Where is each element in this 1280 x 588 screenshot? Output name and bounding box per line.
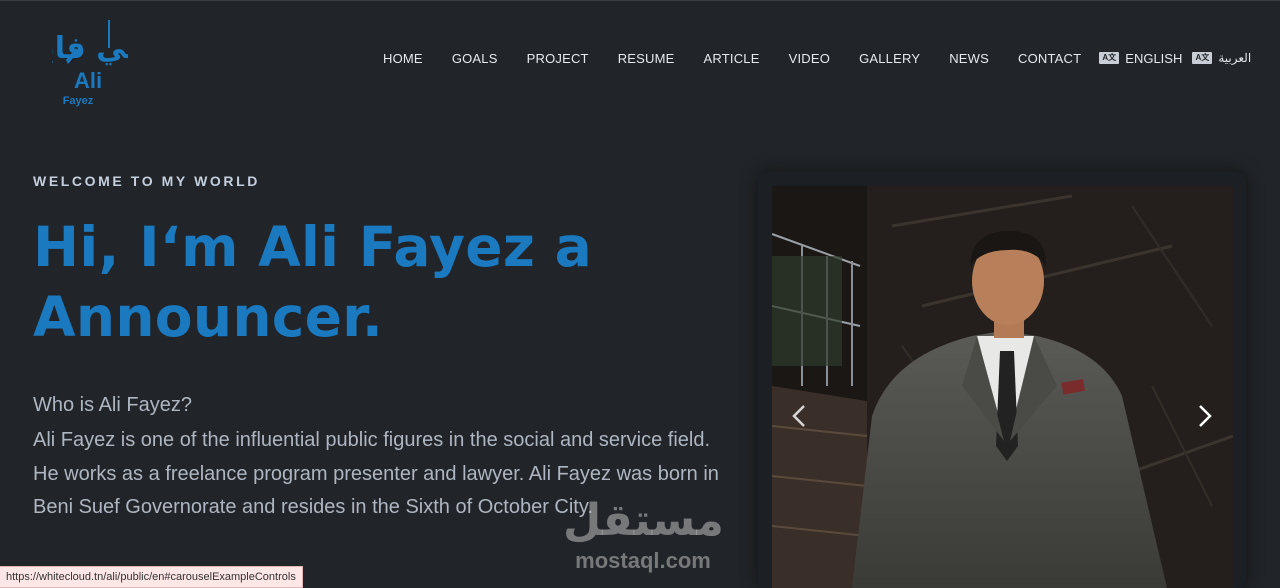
lang-arabic-label: العربية [1218, 51, 1252, 65]
nav-video[interactable]: VIDEO [789, 51, 830, 66]
watermark-latin: mostaql.com [575, 548, 711, 573]
headline-line-2: Announcer. [33, 285, 384, 349]
carousel-next-button[interactable] [1190, 398, 1220, 434]
headline-line-1: Hi, I‘m Ali Fayez a [33, 215, 593, 279]
watermark-arabic: مستقل [563, 495, 724, 546]
logo-fayez-text: Fayez [63, 95, 94, 107]
portrait-photo [772, 186, 1233, 588]
nav-project[interactable]: PROJECT [527, 51, 589, 66]
nav-gallery[interactable]: GALLERY [859, 51, 920, 66]
logo-ali-text: Ali [74, 68, 102, 93]
carousel-prev-button[interactable] [784, 398, 814, 434]
main-nav: HOME GOALS PROJECT RESUME ARTICLE VIDEO … [368, 48, 1251, 68]
lang-arabic-link[interactable]: A文 العربية [1192, 51, 1251, 65]
chevron-left-icon [792, 405, 805, 427]
welcome-subtitle: WELCOME TO MY WORLD [33, 173, 260, 189]
site-logo[interactable]: علي فايز Ali Fayez [23, 8, 159, 108]
lang-english-label: ENGLISH [1125, 50, 1183, 66]
hero-headline: Hi, I‘m Ali Fayez a Announcer. [33, 212, 673, 352]
mostaql-watermark: مستقل mostaql.com [563, 495, 724, 578]
chevron-right-icon [1199, 405, 1212, 427]
nav-home[interactable]: HOME [383, 51, 423, 66]
logo-arabic-text: علي فايز [52, 31, 128, 66]
nav-article[interactable]: ARTICLE [704, 51, 760, 66]
lang-english-link[interactable]: A文 ENGLISH [1099, 51, 1182, 66]
language-icon: A文 [1099, 52, 1120, 64]
bio-question: Who is Ali Fayez? [33, 394, 192, 416]
browser-status-url: https://whitecloud.tn/ali/public/en#caro… [0, 566, 303, 588]
nav-news[interactable]: NEWS [949, 51, 989, 66]
nav-contact[interactable]: CONTACT [1018, 51, 1081, 66]
top-border [0, 0, 1280, 1]
nav-goals[interactable]: GOALS [452, 51, 498, 66]
language-icon: A文 [1192, 52, 1213, 64]
nav-resume[interactable]: RESUME [618, 51, 675, 66]
